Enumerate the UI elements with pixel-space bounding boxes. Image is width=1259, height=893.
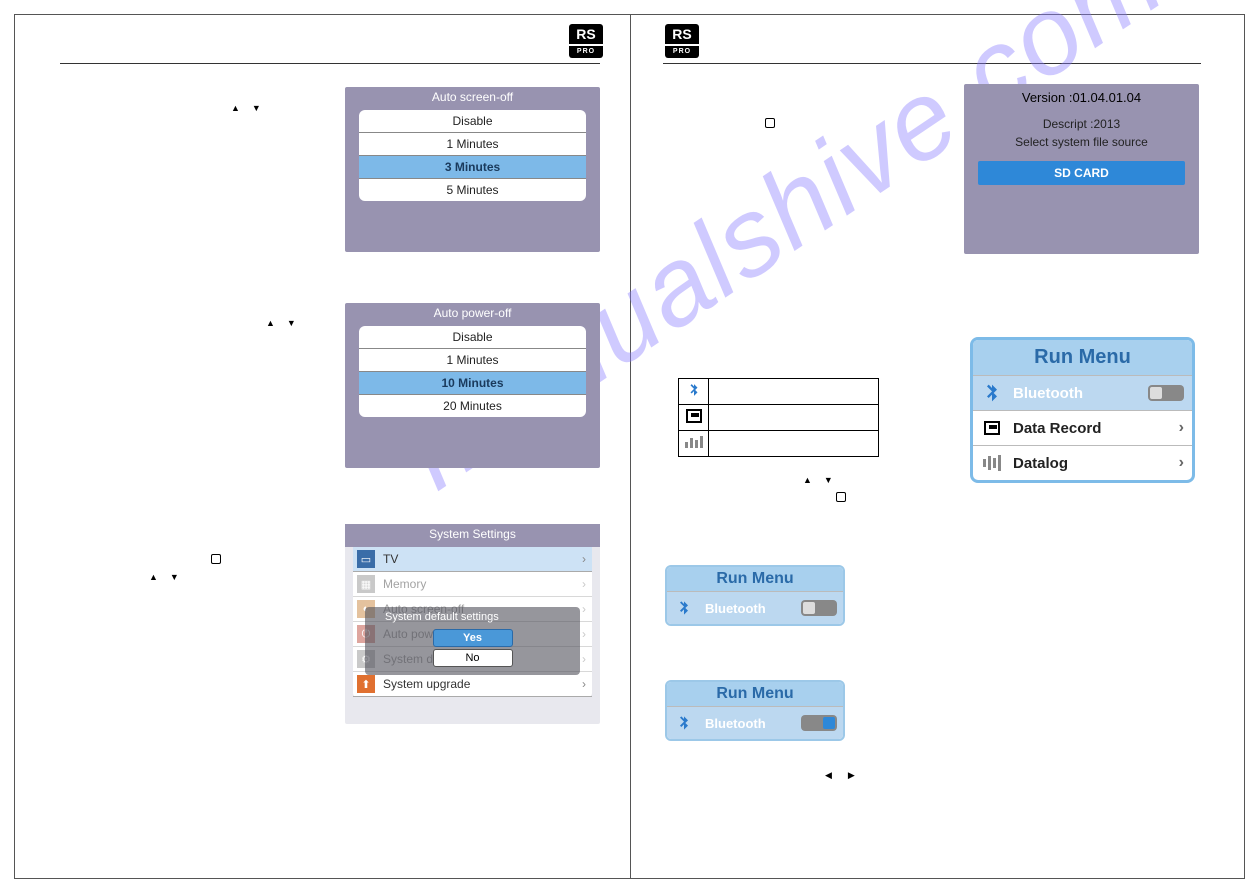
up-down-arrows: ▲▼ (266, 318, 308, 328)
table-cell (709, 405, 879, 431)
stop-icon (211, 554, 221, 564)
chevron-right-icon: › (582, 552, 586, 566)
run-menu-card: Run Menu Bluetooth Data Record › Datalog… (970, 337, 1195, 483)
table-cell (709, 431, 879, 457)
panel-title: Auto screen-off (345, 87, 600, 110)
table-cell (709, 379, 879, 405)
save-cell-icon (679, 405, 709, 431)
auto-power-off-panel: Auto power-off Disable 1 Minutes 10 Minu… (345, 303, 600, 468)
run-item-bluetooth[interactable]: Bluetooth (973, 375, 1192, 410)
panel-title: Auto power-off (345, 303, 600, 326)
datalog-cell-icon (679, 431, 709, 457)
run-menu-title: Run Menu (667, 567, 843, 591)
feature-table (678, 378, 879, 457)
row-label: Memory (383, 577, 426, 591)
default-settings-dialog: System default settings Yes No (365, 607, 580, 675)
bluetooth-toggle-off[interactable] (801, 600, 837, 616)
rs-pro-logo-left: RS PRO (569, 24, 603, 58)
up-down-arrows: ▲▼ (149, 572, 191, 582)
save-icon (981, 417, 1003, 439)
rs-pro-logo-right: RS PRO (665, 24, 699, 58)
settings-row-tv[interactable]: ▭ TV › (353, 547, 592, 572)
sd-card-button[interactable]: SD CARD (978, 161, 1185, 185)
dialog-no-button[interactable]: No (433, 649, 513, 667)
run-menu-title: Run Menu (973, 340, 1192, 375)
bluetooth-icon (673, 597, 695, 619)
bluetooth-icon (673, 712, 695, 734)
bluetooth-toggle[interactable] (1148, 385, 1184, 401)
datalog-icon (981, 452, 1003, 474)
version-title: Version :01.04.01.04 (964, 84, 1199, 115)
upgrade-icon: ⬆ (357, 675, 375, 693)
logo-bot: PRO (665, 46, 699, 58)
tv-icon: ▭ (357, 550, 375, 568)
chevron-right-icon: › (1179, 419, 1184, 437)
option-3min[interactable]: 3 Minutes (359, 156, 586, 179)
chevron-right-icon: › (582, 577, 586, 591)
chevron-right-icon: › (582, 602, 586, 616)
rule-left (60, 63, 600, 64)
rule-right (663, 63, 1201, 64)
option-1min[interactable]: 1 Minutes (359, 349, 586, 372)
settings-row-memory[interactable]: ▦ Memory › (353, 572, 592, 597)
memory-icon: ▦ (357, 575, 375, 593)
version-prompt: Select system file source (964, 133, 1199, 151)
panel-title: System Settings (345, 524, 600, 547)
option-list: Disable 1 Minutes 3 Minutes 5 Minutes (359, 110, 586, 201)
row-label: TV (383, 552, 398, 566)
option-1min[interactable]: 1 Minutes (359, 133, 586, 156)
option-10min[interactable]: 10 Minutes (359, 372, 586, 395)
up-down-arrows: ▲▼ (803, 475, 845, 485)
stop-icon (836, 492, 846, 502)
run-item-datalog[interactable]: Datalog › (973, 445, 1192, 480)
bluetooth-toggle-on[interactable] (801, 715, 837, 731)
run-menu-small-off: Run Menu Bluetooth (665, 565, 845, 626)
item-label: Data Record (1013, 420, 1101, 437)
page-divider (630, 14, 631, 879)
option-disable[interactable]: Disable (359, 326, 586, 349)
option-5min[interactable]: 5 Minutes (359, 179, 586, 201)
option-20min[interactable]: 20 Minutes (359, 395, 586, 417)
logo-top: RS (569, 24, 603, 44)
up-down-arrows: ▲▼ (231, 103, 273, 113)
run-item-bluetooth[interactable]: Bluetooth (667, 591, 843, 624)
dialog-yes-button[interactable]: Yes (433, 629, 513, 647)
stop-icon (765, 118, 775, 128)
left-right-arrows: ◀▶ (825, 770, 871, 781)
chevron-right-icon: › (582, 652, 586, 666)
run-menu-title: Run Menu (667, 682, 843, 706)
run-menu-small-on: Run Menu Bluetooth (665, 680, 845, 741)
item-label: Datalog (1013, 455, 1068, 472)
logo-top: RS (665, 24, 699, 44)
option-list: Disable 1 Minutes 10 Minutes 20 Minutes (359, 326, 586, 417)
chevron-right-icon: › (582, 677, 586, 691)
bluetooth-cell-icon (679, 379, 709, 405)
version-panel: Version :01.04.01.04 Descript :2013 Sele… (964, 84, 1199, 254)
item-label: Bluetooth (1013, 385, 1083, 402)
chevron-right-icon: › (582, 627, 586, 641)
run-item-data-record[interactable]: Data Record › (973, 410, 1192, 445)
item-label: Bluetooth (705, 716, 766, 731)
chevron-right-icon: › (1179, 454, 1184, 472)
run-item-bluetooth[interactable]: Bluetooth (667, 706, 843, 739)
option-disable[interactable]: Disable (359, 110, 586, 133)
item-label: Bluetooth (705, 601, 766, 616)
logo-bot: PRO (569, 46, 603, 58)
system-settings-panel: System Settings ▭ TV › ▦ Memory › ◐ Auto… (345, 524, 600, 724)
settings-row-upgrade[interactable]: ⬆ System upgrade › (353, 672, 592, 697)
bluetooth-icon (981, 382, 1003, 404)
version-descript: Descript :2013 (964, 115, 1199, 133)
dialog-title: System default settings (365, 611, 580, 627)
row-label: System upgrade (383, 677, 470, 691)
auto-screen-off-panel: Auto screen-off Disable 1 Minutes 3 Minu… (345, 87, 600, 252)
